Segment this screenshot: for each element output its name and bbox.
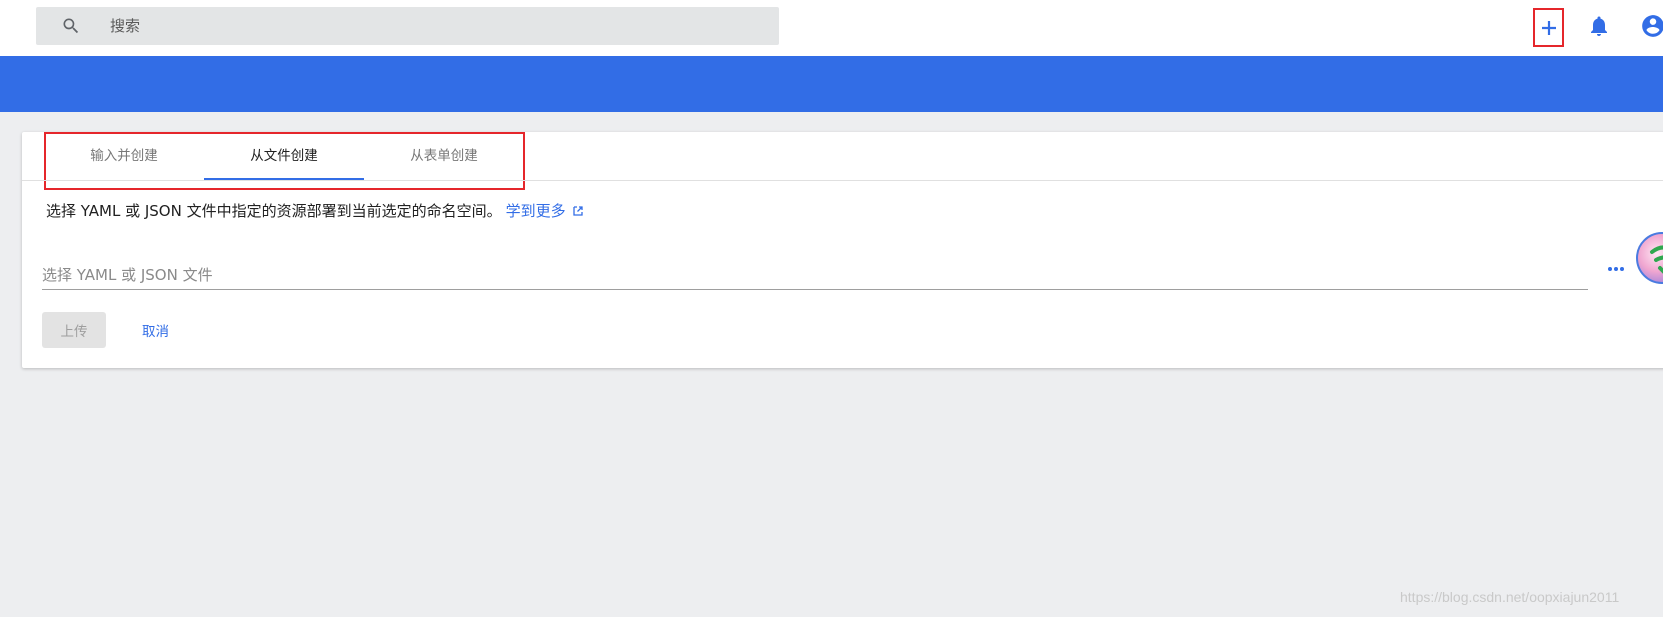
- bell-icon: [1591, 16, 1607, 36]
- description-text: 选择 YAML 或 JSON 文件中指定的资源部署到当前选定的命名空间。: [46, 202, 502, 220]
- learn-more-link[interactable]: 学到更多: [506, 200, 566, 221]
- tab-create-from-input[interactable]: 输入并创建: [44, 132, 204, 180]
- avatar-art: [1650, 245, 1663, 274]
- tab-create-from-form[interactable]: 从表单创建: [364, 132, 524, 180]
- open-in-new-icon[interactable]: [572, 205, 584, 217]
- more-horiz-icon: [1608, 267, 1624, 271]
- create-resource-button[interactable]: [1533, 8, 1564, 47]
- account-circle-icon: [1642, 15, 1663, 37]
- file-select-input[interactable]: [42, 260, 1588, 290]
- tabs-divider: [22, 180, 1663, 181]
- file-description: 选择 YAML 或 JSON 文件中指定的资源部署到当前选定的命名空间。 学到更…: [46, 200, 584, 221]
- page-header-banner: [0, 56, 1663, 112]
- more-options-button[interactable]: [1602, 257, 1630, 281]
- cancel-button[interactable]: 取消: [132, 312, 179, 348]
- search-input[interactable]: [110, 7, 750, 45]
- upload-button[interactable]: 上传: [42, 312, 106, 348]
- tab-create-from-file[interactable]: 从文件创建: [204, 132, 364, 180]
- search-icon: [63, 18, 79, 34]
- top-toolbar: [0, 0, 1663, 56]
- avatar: [1636, 232, 1663, 284]
- plus-icon: [1541, 20, 1556, 35]
- account-button[interactable]: [1640, 13, 1663, 39]
- notifications-button[interactable]: [1587, 13, 1611, 39]
- create-resource-card: 输入并创建 从文件创建 从表单创建 选择 YAML 或 JSON 文件中指定的资…: [22, 132, 1663, 368]
- watermark: https://blog.csdn.net/oopxiajun2011: [1400, 589, 1620, 605]
- search-bar[interactable]: [36, 7, 779, 45]
